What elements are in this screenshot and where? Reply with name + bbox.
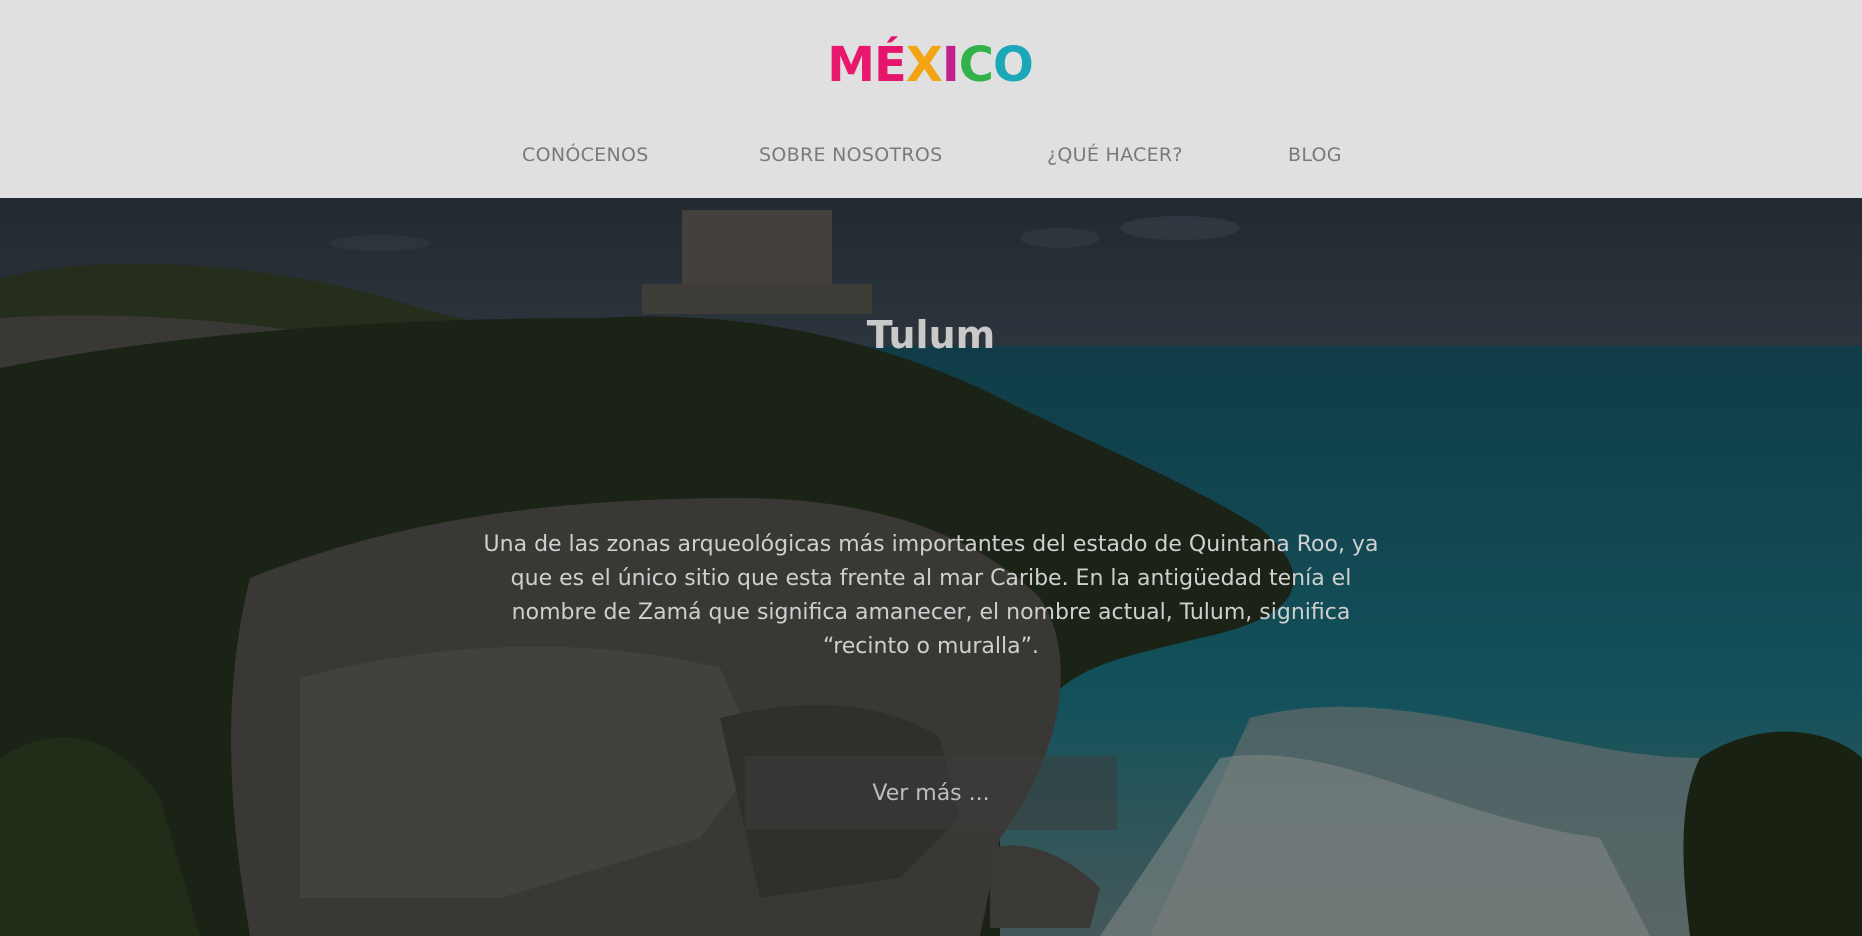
site-header: M É X I C O CONÓCENOS SOBRE NOSOTROS ¿QU… <box>0 0 1862 198</box>
logo-letter-m: M <box>827 37 875 93</box>
logo-letter-o: O <box>992 37 1034 93</box>
nav-item-blog[interactable]: BLOG <box>1288 144 1342 166</box>
main-nav: CONÓCENOS SOBRE NOSOTROS ¿QUÉ HACER? BLO… <box>0 140 1862 176</box>
nav-item-conocenos[interactable]: CONÓCENOS <box>522 144 649 166</box>
mexico-logo[interactable]: M É X I C O <box>827 36 1033 94</box>
logo-letter-e: É <box>874 37 907 93</box>
hero-banner: Tulum Una de las zonas arqueológicas más… <box>0 198 1862 936</box>
logo-letter-x: X <box>905 37 943 93</box>
hero-description: Una de las zonas arqueológicas más impor… <box>483 532 1379 659</box>
hero-title: Tulum <box>866 313 996 357</box>
nav-item-que-hacer[interactable]: ¿QUÉ HACER? <box>1047 144 1183 166</box>
nav-item-sobre-nosotros[interactable]: SOBRE NOSOTROS <box>759 144 943 166</box>
ver-mas-button[interactable]: Ver más ... <box>745 756 1117 830</box>
logo-letter-c: C <box>958 37 994 93</box>
logo-letter-i: I <box>941 37 960 93</box>
